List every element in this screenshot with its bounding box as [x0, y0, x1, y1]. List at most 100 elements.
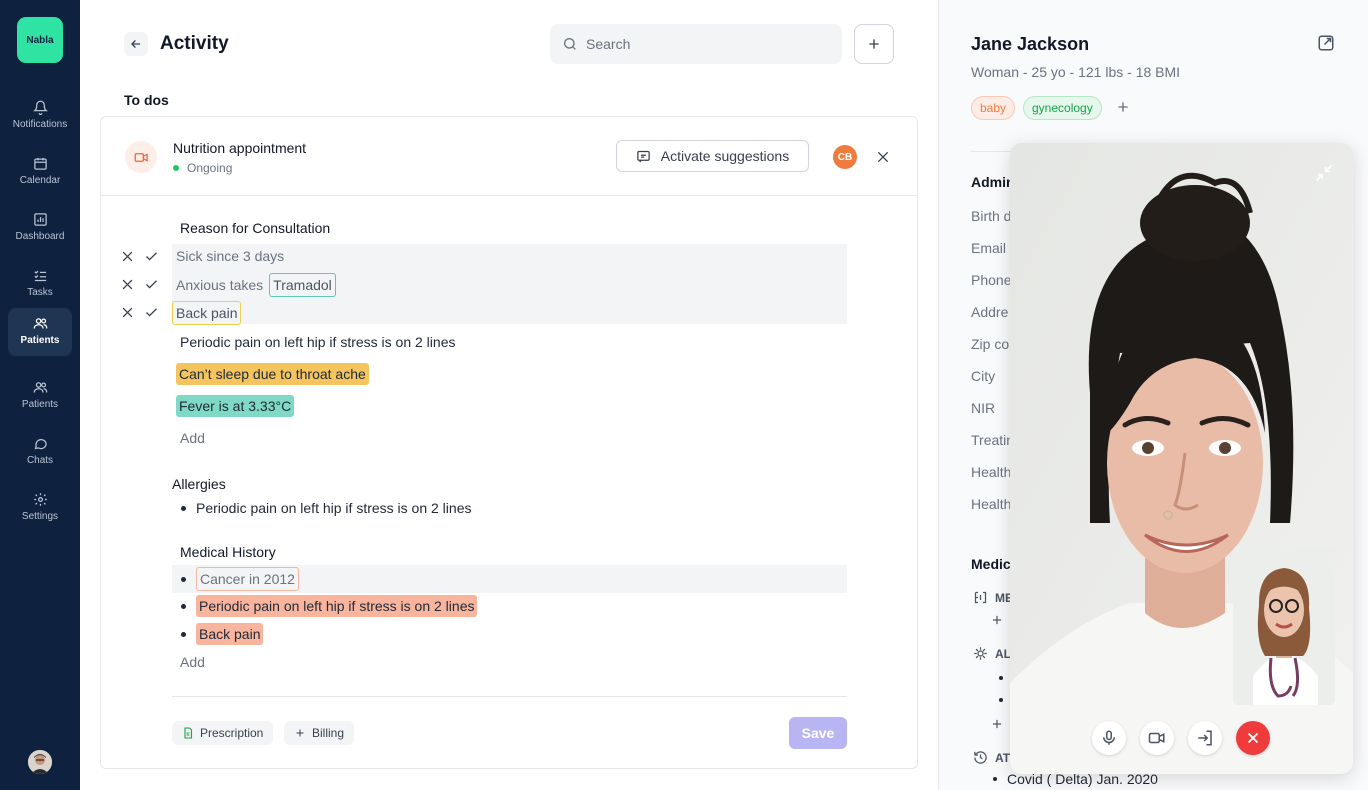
reject-suggestion-button[interactable] [119, 304, 135, 320]
medical-heading: Medic [971, 556, 1011, 572]
back-button[interactable] [124, 32, 148, 56]
prescription-button[interactable]: Prescription [172, 721, 274, 745]
field-label: Zip co [971, 336, 1010, 352]
sidebar-item-settings[interactable]: Settings [8, 484, 72, 532]
chat-icon [34, 438, 47, 450]
collapse-video-icon[interactable] [1314, 163, 1334, 183]
tag-baby[interactable]: baby [971, 96, 1016, 120]
sidebar-item-patients[interactable]: Patients [8, 372, 72, 420]
activate-suggestions-label: Activate suggestions [660, 148, 790, 164]
consultation-line[interactable]: Can’t sleep due to throat ache [176, 363, 369, 385]
sidebar-item-chats[interactable]: Chats [8, 428, 72, 476]
field-label: Health [971, 464, 1012, 480]
sidebar-item-notifications[interactable]: Notifications [8, 92, 72, 140]
list-item[interactable]: Cancer in 2012 [172, 567, 299, 591]
list-item[interactable]: Back pain [172, 623, 264, 645]
add-history-link[interactable]: Add [180, 654, 205, 670]
sidebar-item-label: Tasks [27, 287, 53, 298]
tasks-icon [33, 270, 46, 282]
sidebar-item-label: Dashboard [15, 231, 65, 242]
bullet [181, 603, 186, 609]
arrow-left-icon [131, 40, 141, 48]
microphone-button[interactable] [1092, 721, 1126, 755]
prescription-label: Prescription [200, 726, 264, 740]
admin-heading: Admin [971, 174, 1015, 190]
message-icon [637, 150, 650, 162]
consultation-line[interactable]: Fever is at 3.33°C [176, 395, 295, 417]
search-box[interactable] [550, 24, 842, 64]
add-item-button[interactable] [990, 717, 1004, 731]
sidebar-item-dashboard[interactable]: Dashboard [8, 204, 72, 252]
share-screen-button[interactable] [1188, 721, 1222, 755]
medication-chip[interactable]: Tramadol [269, 273, 336, 297]
suggestion-row[interactable]: Anxious takes Tramadol [176, 273, 336, 297]
list-item[interactable]: Periodic pain on left hip if stress is o… [172, 500, 471, 516]
appointment-card: Nutrition appointment Ongoing Activate s… [100, 116, 918, 769]
sidebar: Nabla Notifications Calendar Dashboard T… [0, 0, 80, 790]
external-link-icon[interactable] [1317, 34, 1335, 52]
activate-suggestions-button[interactable]: Activate suggestions [616, 140, 809, 172]
check-icon [145, 279, 157, 289]
accept-suggestion-button[interactable] [143, 276, 159, 292]
plus-icon [992, 615, 1002, 625]
consultation-line[interactable]: Periodic pain on left hip if stress is o… [180, 334, 455, 350]
field-label: Treatin [971, 432, 1015, 448]
sidebar-item-label: Calendar [19, 175, 61, 186]
list-item[interactable]: Periodic pain on left hip if stress is o… [172, 595, 478, 617]
symptom-chip[interactable]: Back pain [172, 301, 242, 325]
save-button[interactable]: Save [789, 717, 847, 749]
status-dot [173, 165, 179, 171]
history-chip: Cancer in 2012 [196, 567, 299, 591]
video-camera-icon [1148, 732, 1165, 744]
suggestion-actions-1 [119, 248, 159, 264]
nabla-logo[interactable]: Nabla [17, 17, 63, 63]
patient-name: Jane Jackson [971, 34, 1090, 54]
camera-button[interactable] [1140, 721, 1174, 755]
history-heading: Medical History [180, 544, 276, 560]
history-highlight: Periodic pain on left hip if stress is o… [196, 595, 478, 617]
sidebar-item-label: Notifications [12, 119, 68, 130]
sidebar-item-calendar[interactable]: Calendar [8, 148, 72, 196]
suggestion-row[interactable]: Back pain [172, 301, 242, 325]
login-arrow-icon [1198, 730, 1212, 746]
appointment-title: Nutrition appointment [173, 140, 307, 156]
accept-suggestion-button[interactable] [143, 248, 159, 264]
history-icon [973, 750, 988, 765]
sidebar-item-label: Chats [26, 455, 54, 466]
search-input[interactable] [586, 36, 826, 52]
add-consultation-link[interactable]: Add [180, 430, 205, 446]
billing-button[interactable]: Billing [284, 721, 355, 745]
divider [172, 696, 847, 697]
bullet [181, 505, 186, 511]
accept-suggestion-button[interactable] [143, 304, 159, 320]
suggestion-text[interactable]: Sick since 3 days [176, 248, 284, 264]
allergy-icon [973, 646, 988, 661]
close-appointment-button[interactable] [873, 147, 893, 167]
plus-icon [869, 39, 879, 49]
field-label: Birth d [971, 208, 1012, 224]
add-button[interactable] [854, 24, 894, 64]
document-icon [184, 727, 193, 739]
suggestion-actions-3 [119, 304, 159, 320]
video-call-window[interactable] [1010, 143, 1353, 774]
plus-icon [992, 719, 1002, 729]
close-icon [122, 279, 132, 289]
bullet [999, 676, 1003, 680]
field-label: NIR [971, 400, 996, 416]
sidebar-item-patients-active[interactable]: Patients [8, 308, 72, 356]
reject-suggestion-button[interactable] [119, 276, 135, 292]
tag-gynecology[interactable]: gynecology [1023, 96, 1102, 120]
allergies-heading: Allergies [172, 476, 226, 492]
user-avatar-image [28, 750, 52, 774]
users-icon [33, 318, 47, 329]
plus-icon [296, 729, 304, 737]
reject-suggestion-button[interactable] [119, 248, 135, 264]
doctor-video-feed[interactable] [1233, 546, 1335, 705]
user-avatar[interactable] [28, 750, 52, 774]
add-item-button[interactable] [990, 613, 1004, 627]
hang-up-button[interactable] [1236, 721, 1270, 755]
assignee-avatar[interactable]: CB [833, 145, 857, 169]
history-highlight: Back pain [196, 623, 264, 645]
add-tag-button[interactable] [1115, 99, 1131, 115]
sidebar-item-tasks[interactable]: Tasks [8, 260, 72, 308]
